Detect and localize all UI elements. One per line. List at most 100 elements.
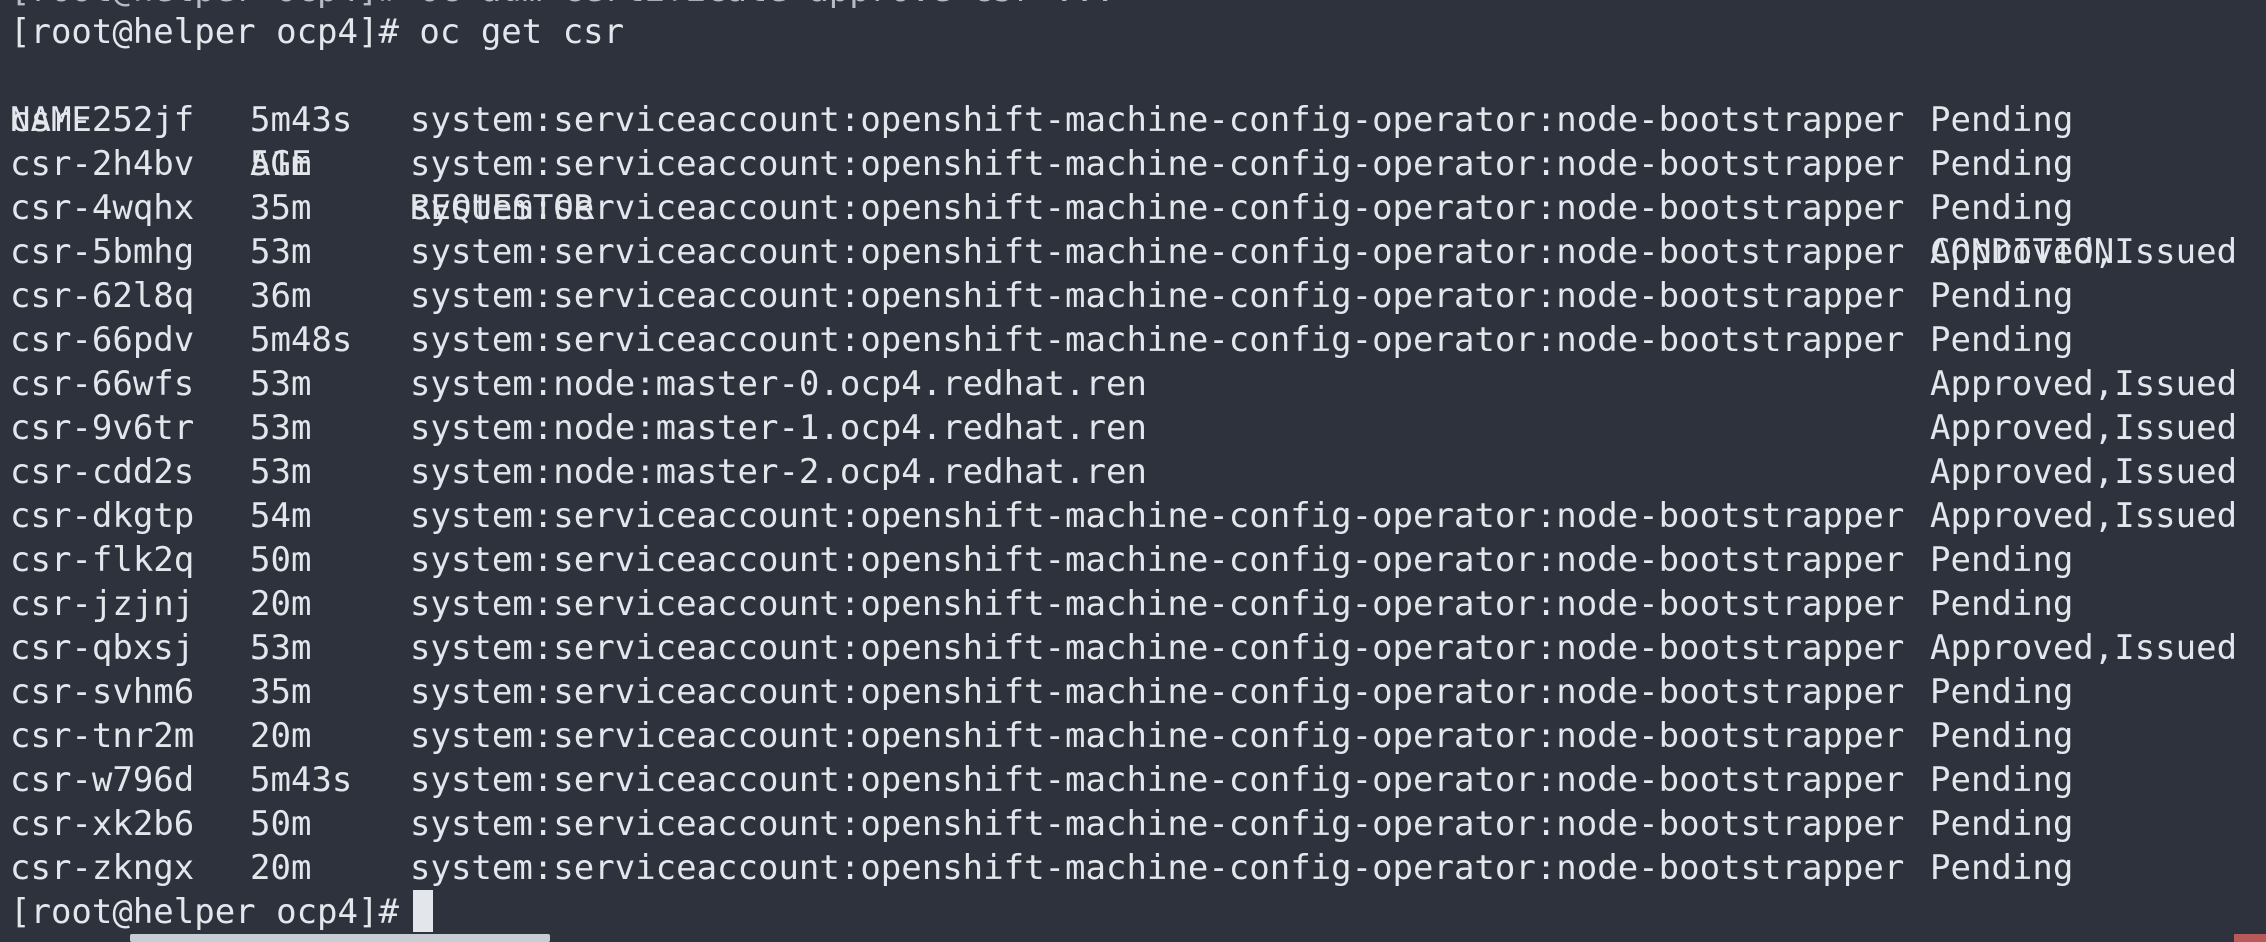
row-name: csr-xk2b6 (10, 804, 195, 844)
row-condition: Pending (1930, 584, 2074, 624)
row-requestor: system:serviceaccount:openshift-machine-… (410, 540, 1905, 580)
row-condition: Pending (1930, 100, 2074, 140)
row-age: 53m (250, 408, 312, 448)
shell-prompt: [root@helper ocp4]# (10, 12, 399, 52)
row-age: 50m (250, 804, 312, 844)
row-condition: Approved,Issued (1930, 408, 2238, 448)
table-row: csr-4wqhx 35m system:serviceaccount:opensh… (10, 186, 2266, 230)
row-condition: Pending (1930, 320, 2074, 360)
row-requestor: system:node:master-2.ocp4.redhat.ren (410, 452, 1147, 492)
row-condition: Pending (1930, 276, 2074, 316)
row-name: csr-62l8q (10, 276, 195, 316)
row-name: csr-252jf (10, 100, 195, 140)
row-name: csr-tnr2m (10, 716, 195, 756)
row-age: 5m43s (250, 760, 353, 800)
row-requestor: system:serviceaccount:openshift-machine-… (410, 320, 1905, 360)
row-name: csr-2h4bv (10, 144, 195, 184)
table-row: csr-w796d 5m43s system:serviceaccount:open… (10, 758, 2266, 802)
terminal-output: [root@helper ocp4]# oc get csr NAME AGE … (10, 10, 2266, 934)
row-name: csr-5bmhg (10, 232, 195, 272)
text-cursor (412, 890, 433, 932)
row-condition: Approved,Issued (1930, 496, 2238, 536)
row-age: 20m (250, 848, 312, 888)
row-requestor: system:node:master-1.ocp4.redhat.ren (410, 408, 1147, 448)
table-row: csr-tnr2m 20m system:serviceaccount:opensh… (10, 714, 2266, 758)
row-requestor: system:serviceaccount:openshift-machine-… (410, 628, 1905, 668)
table-row: csr-svhm6 35m system:serviceaccount:opensh… (10, 670, 2266, 714)
row-name: csr-cdd2s (10, 452, 195, 492)
row-age: 20m (250, 716, 312, 756)
row-requestor: system:node:master-0.ocp4.redhat.ren (410, 364, 1147, 404)
table-row: csr-dkgtp 54m system:serviceaccount:opensh… (10, 494, 2266, 538)
row-name: csr-dkgtp (10, 496, 195, 536)
scroll-corner-marker (2234, 934, 2266, 942)
row-name: csr-4wqhx (10, 188, 195, 228)
table-row: csr-2h4bv 51m system:serviceaccount:opensh… (10, 142, 2266, 186)
row-requestor: system:serviceaccount:openshift-machine-… (410, 760, 1905, 800)
row-name: csr-qbxsj (10, 628, 195, 668)
row-age: 53m (250, 628, 312, 668)
table-row: csr-66pdv 5m48s system:serviceaccount:open… (10, 318, 2266, 362)
row-name: csr-jzjnj (10, 584, 195, 624)
csr-table-body: csr-252jf 5m43s system:serviceaccount:open… (10, 98, 2266, 890)
table-row: csr-jzjnj 20m system:serviceaccount:opensh… (10, 582, 2266, 626)
table-row: csr-62l8q 36m system:serviceaccount:opensh… (10, 274, 2266, 318)
row-name: csr-flk2q (10, 540, 195, 580)
row-name: csr-w796d (10, 760, 195, 800)
command-text: oc get csr (419, 12, 625, 52)
row-condition: Pending (1930, 848, 2074, 888)
table-row: csr-xk2b6 50m system:serviceaccount:opensh… (10, 802, 2266, 846)
row-age: 20m (250, 584, 312, 624)
row-age: 35m (250, 672, 312, 712)
row-age: 36m (250, 276, 312, 316)
row-age: 54m (250, 496, 312, 536)
table-row: csr-cdd2s 53m system:node:master-2.ocp4.re… (10, 450, 2266, 494)
row-name: csr-9v6tr (10, 408, 195, 448)
row-age: 53m (250, 452, 312, 492)
command-line: [root@helper ocp4]# oc get csr (10, 10, 2266, 54)
row-age: 5m43s (250, 100, 353, 140)
row-requestor: system:serviceaccount:openshift-machine-… (410, 584, 1905, 624)
table-row: csr-66wfs 53m system:node:master-0.ocp4.re… (10, 362, 2266, 406)
row-condition: Pending (1930, 760, 2074, 800)
row-requestor: system:serviceaccount:openshift-machine-… (410, 188, 1905, 228)
row-requestor: system:serviceaccount:openshift-machine-… (410, 276, 1905, 316)
row-condition: Pending (1930, 804, 2074, 844)
row-age: 35m (250, 188, 312, 228)
row-name: csr-66wfs (10, 364, 195, 404)
row-requestor: system:serviceaccount:openshift-machine-… (410, 232, 1905, 272)
row-condition: Pending (1930, 540, 2074, 580)
row-age: 5m48s (250, 320, 353, 360)
horizontal-scrollbar-thumb[interactable] (130, 934, 550, 942)
table-row: csr-9v6tr 53m system:node:master-1.ocp4.re… (10, 406, 2266, 450)
row-age: 53m (250, 232, 312, 272)
input-line[interactable]: [root@helper ocp4]# (10, 890, 2266, 934)
row-condition: Approved,Issued (1930, 452, 2238, 492)
row-condition: Approved,Issued (1930, 232, 2238, 272)
row-requestor: system:serviceaccount:openshift-machine-… (410, 716, 1905, 756)
row-condition: Pending (1930, 716, 2074, 756)
row-age: 51m (250, 144, 312, 184)
table-header: NAME AGE REQUESTOR CONDITION (10, 54, 2266, 272)
row-requestor: system:serviceaccount:openshift-machine-… (410, 496, 1905, 536)
row-condition: Approved,Issued (1930, 364, 2238, 404)
row-condition: Pending (1930, 144, 2074, 184)
row-name: csr-svhm6 (10, 672, 195, 712)
row-name: csr-zkngx (10, 848, 195, 888)
table-row: csr-flk2q 50m system:serviceaccount:opensh… (10, 538, 2266, 582)
row-age: 53m (250, 364, 312, 404)
row-requestor: system:serviceaccount:openshift-machine-… (410, 100, 1905, 140)
table-row: csr-5bmhg 53m system:serviceaccount:opensh… (10, 230, 2266, 274)
row-condition: Approved,Issued (1930, 628, 2238, 668)
row-requestor: system:serviceaccount:openshift-machine-… (410, 848, 1905, 888)
table-row: csr-zkngx 20m system:serviceaccount:opensh… (10, 846, 2266, 890)
row-requestor: system:serviceaccount:openshift-machine-… (410, 144, 1905, 184)
row-age: 50m (250, 540, 312, 580)
row-requestor: system:serviceaccount:openshift-machine-… (410, 804, 1905, 844)
shell-prompt: [root@helper ocp4]# (10, 892, 399, 932)
row-requestor: system:serviceaccount:openshift-machine-… (410, 672, 1905, 712)
table-row: csr-252jf 5m43s system:serviceaccount:open… (10, 98, 2266, 142)
terminal-window[interactable]: [root@helper ocp4]# oc adm certificate a… (0, 0, 2266, 942)
row-condition: Pending (1930, 188, 2074, 228)
table-row: csr-qbxsj 53m system:serviceaccount:opensh… (10, 626, 2266, 670)
